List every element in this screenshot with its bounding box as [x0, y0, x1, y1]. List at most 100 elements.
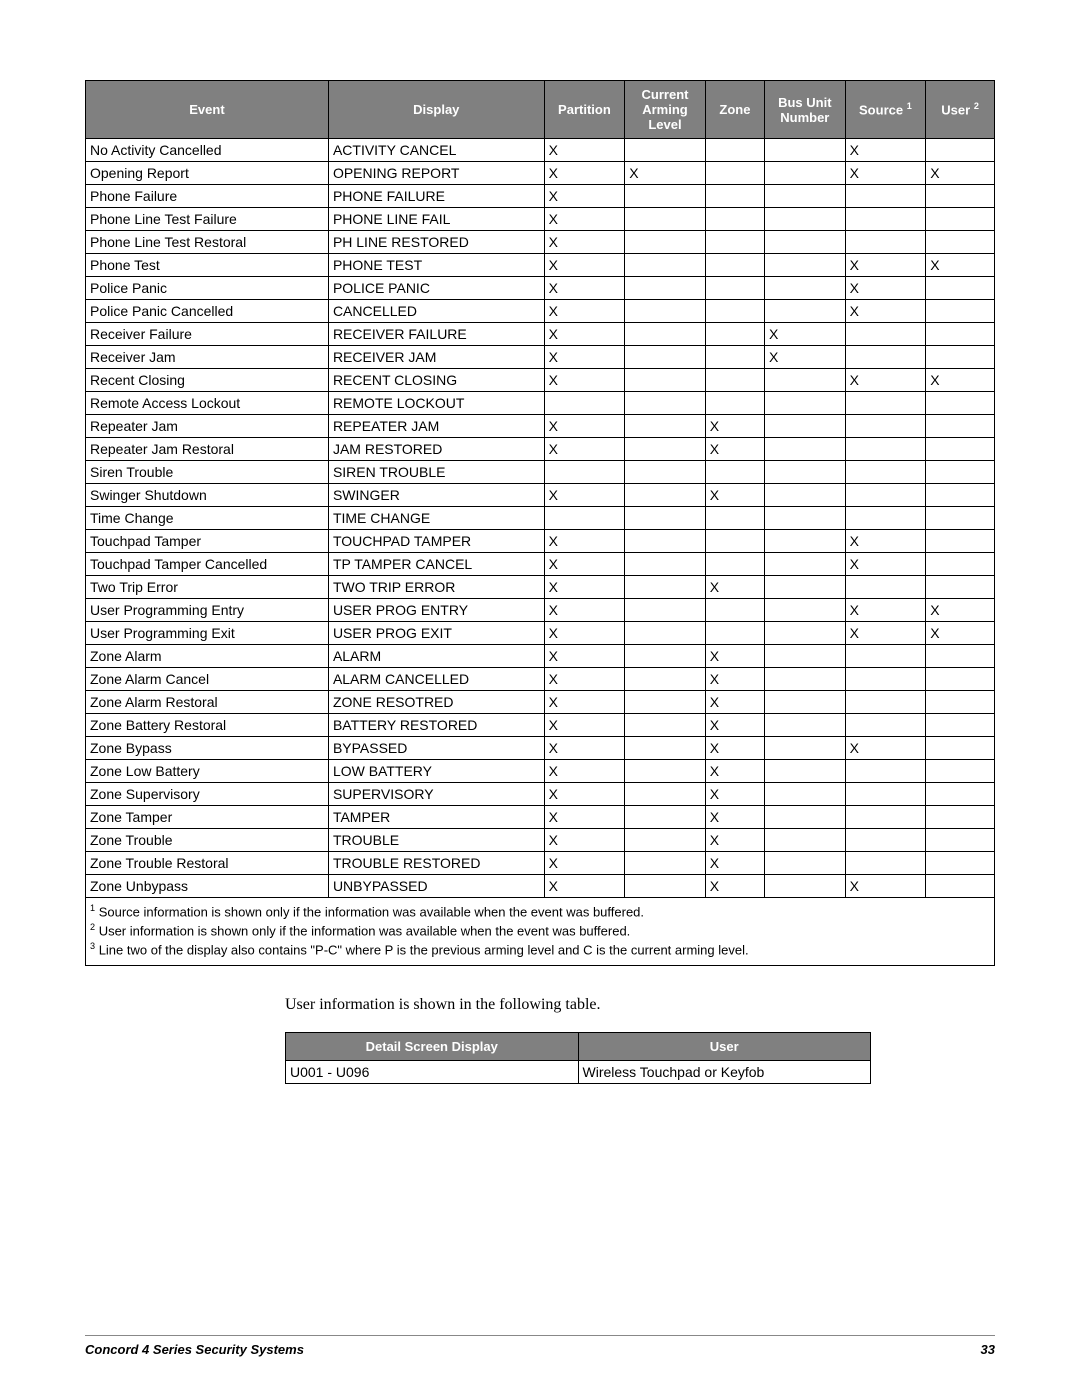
cell: [765, 691, 846, 714]
cell: [926, 875, 995, 898]
cell: [544, 392, 625, 415]
cell: [625, 484, 706, 507]
cell: X: [705, 438, 764, 461]
cell: [845, 185, 926, 208]
cell: X: [845, 254, 926, 277]
table-row: Recent ClosingRECENT CLOSINGXXX: [86, 369, 995, 392]
cell: X: [705, 760, 764, 783]
cell: X: [845, 599, 926, 622]
cell: [845, 346, 926, 369]
cell: RECEIVER JAM: [328, 346, 544, 369]
col-user: User: [578, 1032, 871, 1060]
cell: [765, 530, 846, 553]
cell: X: [705, 576, 764, 599]
cell: [625, 208, 706, 231]
cell: ZONE RESOTRED: [328, 691, 544, 714]
col-zone: Zone: [705, 81, 764, 139]
cell: [926, 691, 995, 714]
cell: X: [765, 323, 846, 346]
cell: [765, 208, 846, 231]
events-table-body: No Activity CancelledACTIVITY CANCELXXOp…: [86, 139, 995, 898]
cell: [926, 645, 995, 668]
cell: X: [544, 668, 625, 691]
table-row: Zone SupervisorySUPERVISORYXX: [86, 783, 995, 806]
cell: [845, 461, 926, 484]
cell: X: [845, 369, 926, 392]
cell: [926, 484, 995, 507]
cell: [845, 323, 926, 346]
cell: Opening Report: [86, 162, 329, 185]
cell: Repeater Jam: [86, 415, 329, 438]
cell: Phone Line Test Restoral: [86, 231, 329, 254]
cell: [705, 185, 764, 208]
cell: SWINGER: [328, 484, 544, 507]
cell: [765, 622, 846, 645]
cell: X: [705, 691, 764, 714]
cell: X: [705, 783, 764, 806]
cell: [765, 645, 846, 668]
cell: [765, 484, 846, 507]
cell: Police Panic Cancelled: [86, 300, 329, 323]
table-row: Phone Line Test RestoralPH LINE RESTORED…: [86, 231, 995, 254]
cell: X: [926, 622, 995, 645]
cell: [926, 415, 995, 438]
cell: [625, 737, 706, 760]
table-row: Zone AlarmALARMXX: [86, 645, 995, 668]
cell: [705, 392, 764, 415]
cell: [625, 415, 706, 438]
cell: [765, 668, 846, 691]
cell: UNBYPASSED: [328, 875, 544, 898]
cell: OPENING REPORT: [328, 162, 544, 185]
cell: ALARM: [328, 645, 544, 668]
cell: X: [845, 622, 926, 645]
cell: X: [544, 806, 625, 829]
cell: [926, 231, 995, 254]
cell: No Activity Cancelled: [86, 139, 329, 162]
cell: X: [544, 714, 625, 737]
cell: USER PROG EXIT: [328, 622, 544, 645]
cell: [705, 553, 764, 576]
cell: Time Change: [86, 507, 329, 530]
users-table: Detail Screen Display User U001 - U096Wi…: [285, 1032, 871, 1084]
cell: [926, 277, 995, 300]
cell: [926, 461, 995, 484]
cell: [765, 254, 846, 277]
cell: [926, 346, 995, 369]
cell: USER PROG ENTRY: [328, 599, 544, 622]
table-row: Touchpad Tamper CancelledTP TAMPER CANCE…: [86, 553, 995, 576]
cell: X: [544, 185, 625, 208]
cell: X: [544, 852, 625, 875]
col-partition: Partition: [544, 81, 625, 139]
cell: [705, 346, 764, 369]
cell: X: [544, 760, 625, 783]
cell: X: [544, 139, 625, 162]
table-row: Police Panic CancelledCANCELLEDXX: [86, 300, 995, 323]
cell: X: [544, 599, 625, 622]
cell: [926, 300, 995, 323]
cell: LOW BATTERY: [328, 760, 544, 783]
footer-title: Concord 4 Series Security Systems: [85, 1342, 304, 1357]
cell: X: [544, 162, 625, 185]
cell: [926, 185, 995, 208]
cell: X: [544, 553, 625, 576]
cell: [705, 300, 764, 323]
cell: [845, 576, 926, 599]
cell: PHONE FAILURE: [328, 185, 544, 208]
table-row: Swinger ShutdownSWINGERXX: [86, 484, 995, 507]
cell: [845, 783, 926, 806]
cell: X: [544, 208, 625, 231]
table-row: Zone Battery RestoralBATTERY RESTOREDXX: [86, 714, 995, 737]
cell: [625, 668, 706, 691]
cell: [765, 783, 846, 806]
cell: X: [926, 369, 995, 392]
cell: Siren Trouble: [86, 461, 329, 484]
cell: [765, 461, 846, 484]
table-row: Phone Line Test FailurePHONE LINE FAILX: [86, 208, 995, 231]
table-row: User Programming ExitUSER PROG EXITXXX: [86, 622, 995, 645]
cell: [625, 691, 706, 714]
cell: [625, 760, 706, 783]
cell: [705, 139, 764, 162]
cell: [765, 714, 846, 737]
table-row: User Programming EntryUSER PROG ENTRYXXX: [86, 599, 995, 622]
cell: BYPASSED: [328, 737, 544, 760]
